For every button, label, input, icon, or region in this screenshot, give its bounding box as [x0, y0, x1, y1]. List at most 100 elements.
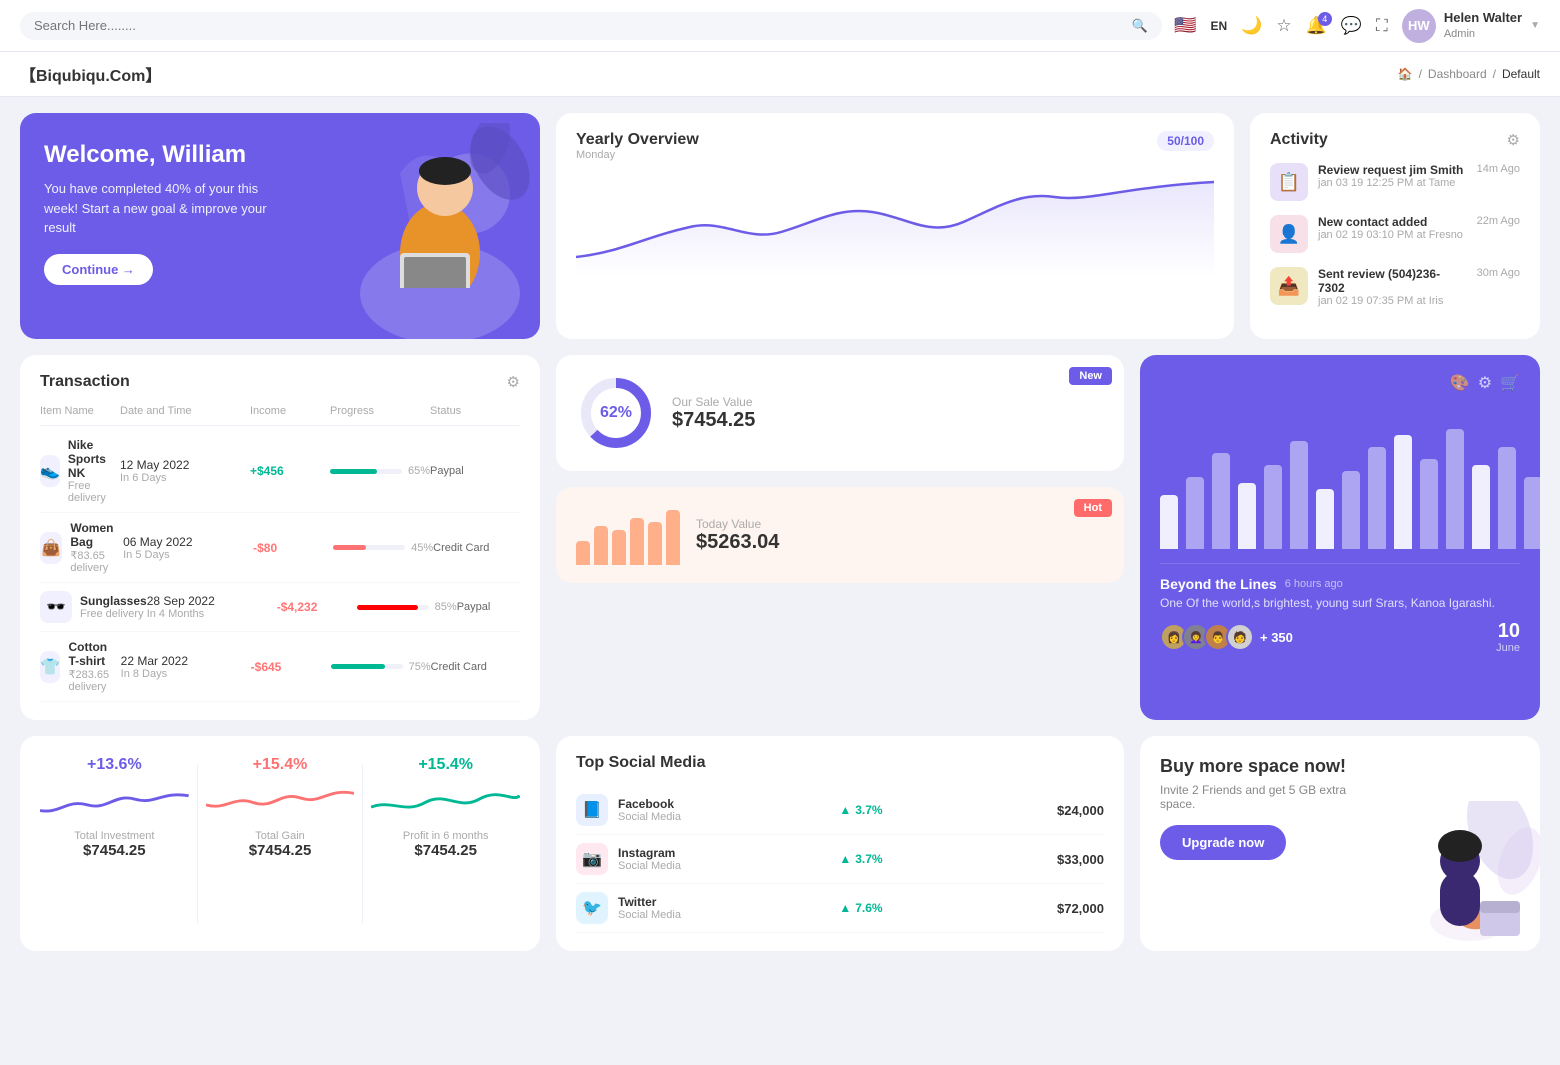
item-name-0: Nike Sports NK — [68, 438, 120, 480]
bar-item-9 — [1394, 435, 1412, 549]
bar-col-4 — [1264, 465, 1282, 549]
sparkline-0 — [40, 782, 189, 822]
item-income-1: -$80 — [253, 541, 333, 555]
mini-stat-pct-2: +15.4% — [371, 756, 520, 774]
sale-value-card: New 62% Our Sale Value $7454.25 — [556, 355, 1124, 471]
continue-button[interactable]: Continue → — [44, 254, 153, 285]
table-row: 🕶️ Sunglasses Free delivery 28 Sep 2022 … — [40, 583, 520, 632]
social-pct-0: 3.7% — [855, 803, 882, 817]
event-date: 10 — [1496, 620, 1520, 642]
table-row: 👟 Nike Sports NK Free delivery 12 May 20… — [40, 430, 520, 513]
item-info-0: 👟 Nike Sports NK Free delivery — [40, 438, 120, 504]
bar-item-1 — [1186, 477, 1204, 549]
stats-divider-1 — [197, 764, 198, 923]
bar-item-5 — [1290, 441, 1308, 549]
progress-bar-1 — [333, 545, 405, 550]
notifications-icon[interactable]: 🔔 4 — [1306, 16, 1327, 36]
activity-item-title-0: Review request jim Smith — [1318, 163, 1467, 177]
item-date-0: 12 May 2022 In 6 Days — [120, 458, 250, 484]
item-details-2: Sunglasses Free delivery — [80, 594, 147, 620]
social-details-1: Instagram Social Media — [618, 846, 681, 872]
row2: Transaction ⚙ Item Name Date and Time In… — [20, 355, 1540, 720]
date-sub-1: In 5 Days — [123, 549, 253, 561]
bar-item-3 — [1238, 483, 1256, 549]
language-label[interactable]: EN — [1210, 19, 1227, 33]
activity-item-time-2: 30m Ago — [1477, 267, 1520, 279]
home-icon[interactable]: 🏠 — [1398, 67, 1413, 81]
progress-pct-1: 45% — [411, 542, 433, 554]
search-input[interactable] — [34, 18, 1124, 33]
mini-bar-chart — [576, 505, 680, 565]
progress-wrap-0: 65% — [330, 465, 430, 477]
bookmarks-icon[interactable]: ☆ — [1276, 16, 1291, 36]
activity-thumb-0: 📋 — [1270, 163, 1308, 201]
activity-items: 📋 Review request jim Smith jan 03 19 12:… — [1270, 163, 1520, 307]
event-month: June — [1496, 642, 1520, 654]
activity-body-0: Review request jim Smith jan 03 19 12:25… — [1318, 163, 1467, 189]
social-name-2: Twitter — [618, 895, 681, 909]
fullscreen-icon[interactable]: ⛶ — [1376, 16, 1388, 36]
activity-item-sub-0: jan 03 19 12:25 PM at Tame — [1318, 177, 1467, 189]
activity-item: 📋 Review request jim Smith jan 03 19 12:… — [1270, 163, 1520, 201]
beyond-title: Beyond the Lines — [1160, 576, 1277, 592]
yearly-title: Yearly Overview — [576, 131, 699, 149]
date-sub-0: In 6 Days — [120, 472, 250, 484]
welcome-subtitle: You have completed 40% of your this week… — [44, 179, 284, 238]
beyond-footer: 👩 👩‍🦱 👨 🧑 + 350 10 June — [1160, 620, 1520, 654]
social-pct-wrap-1: ▲ 3.7% — [839, 852, 882, 866]
item-date-3: 22 Mar 2022 In 8 Days — [121, 654, 251, 680]
cart-icon[interactable]: 🛒 — [1500, 373, 1520, 393]
social-val-2: $72,000 — [1057, 901, 1104, 916]
transaction-table-headers: Item Name Date and Time Income Progress … — [40, 405, 520, 426]
mini-stats-card: +13.6% Total Investment $7454.25 +15.4% … — [20, 736, 540, 951]
item-icon-2: 🕶️ — [40, 591, 72, 623]
search-bar[interactable]: 🔍 — [20, 12, 1162, 40]
mini-stat-val-2: $7454.25 — [371, 842, 520, 859]
item-income-3: -$645 — [251, 660, 331, 674]
user-text: Helen Walter Admin — [1444, 10, 1522, 41]
palette-icon[interactable]: 🎨 — [1450, 373, 1470, 393]
barchart-actions: 🎨 ⚙ 🛒 — [1160, 373, 1520, 393]
topnav: 🔍 🇺🇸 EN 🌙 ☆ 🔔 4 💬 ⛶ HW Helen Walter Admi… — [0, 0, 1560, 52]
item-date-2: 28 Sep 2022 In 4 Months — [147, 594, 277, 620]
buyspace-title: Buy more space now! — [1160, 756, 1380, 777]
sparkline-2 — [371, 782, 520, 822]
item-info-3: 👕 Cotton T-shirt ₹283.65 delivery — [40, 640, 121, 693]
language-flag[interactable]: 🇺🇸 — [1174, 15, 1196, 36]
bar-item-0 — [1160, 495, 1178, 549]
table-row: 👜 Women Bag ₹83.65 delivery 06 May 2022 … — [40, 513, 520, 583]
mini-stat-2: +15.4% Profit in 6 months $7454.25 — [371, 756, 520, 931]
beyond-section: Beyond the Lines 6 hours ago One Of the … — [1160, 563, 1520, 654]
status-tag-1: Credit Card — [433, 542, 523, 554]
social-pct-1: 3.7% — [855, 852, 882, 866]
theme-toggle[interactable]: 🌙 — [1241, 16, 1262, 36]
transaction-settings-icon[interactable]: ⚙ — [507, 373, 520, 391]
item-details-0: Nike Sports NK Free delivery — [68, 438, 120, 504]
progress-pct-2: 85% — [435, 601, 457, 613]
bar-col-8 — [1368, 447, 1386, 549]
status-tag-2: Paypal — [457, 601, 547, 613]
up-arrow-1: ▲ — [839, 852, 851, 866]
today-label: Today Value — [696, 517, 779, 531]
item-icon-3: 👕 — [40, 651, 60, 683]
activity-header: Activity ⚙ — [1270, 131, 1520, 149]
item-icon-0: 👟 — [40, 455, 60, 487]
progress-pct-0: 65% — [408, 465, 430, 477]
activity-item-sub-2: jan 02 19 07:35 PM at Iris — [1318, 295, 1467, 307]
barchart-settings-icon[interactable]: ⚙ — [1478, 373, 1492, 393]
activity-settings-icon[interactable]: ⚙ — [1507, 131, 1520, 149]
breadcrumb: 🏠 / Dashboard / Default — [1398, 67, 1540, 81]
messages-icon[interactable]: 💬 — [1341, 16, 1362, 36]
breadcrumb-dashboard[interactable]: Dashboard — [1428, 67, 1487, 81]
user-name: Helen Walter — [1444, 10, 1522, 27]
up-arrow-2: ▲ — [839, 901, 851, 915]
table-row: 👕 Cotton T-shirt ₹283.65 delivery 22 Mar… — [40, 632, 520, 702]
mini-bar-1 — [594, 526, 608, 565]
bar-col-6 — [1316, 489, 1334, 549]
social-name-0: Facebook — [618, 797, 681, 811]
activity-thumb-2: 📤 — [1270, 267, 1308, 305]
upgrade-button[interactable]: Upgrade now — [1160, 825, 1286, 860]
bar-item-4 — [1264, 465, 1282, 549]
up-arrow-0: ▲ — [839, 803, 851, 817]
user-profile[interactable]: HW Helen Walter Admin ▼ — [1402, 9, 1540, 43]
